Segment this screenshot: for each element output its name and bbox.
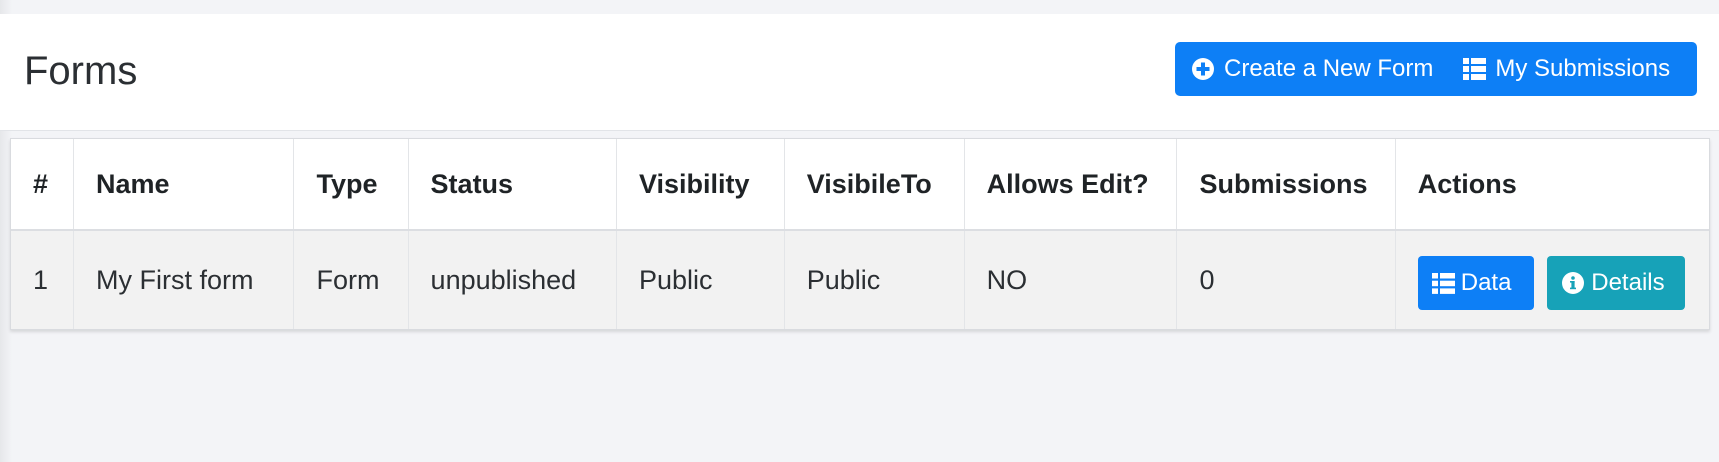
table-row: 1 My First form Form unpublished Public … xyxy=(11,230,1709,329)
list-icon xyxy=(1463,58,1487,80)
column-header-actions: Actions xyxy=(1417,168,1517,199)
cell-index: 1 xyxy=(11,230,75,329)
forms-table-card: # Name Type Status Visibility VisibileTo… xyxy=(10,138,1710,330)
column-header-visible-to: VisibileTo xyxy=(784,139,965,230)
cell-visibility: Public xyxy=(616,230,785,329)
column-header-allows-edit: Allows Edit? xyxy=(964,139,1178,230)
cell-status: unpublished xyxy=(408,230,617,329)
column-header-submissions: Submissions xyxy=(1176,139,1396,230)
details-button-label: Details xyxy=(1591,269,1665,296)
column-header-visibility: Visibility xyxy=(616,139,785,230)
column-header-type: Type xyxy=(293,139,409,230)
column-header-index: # xyxy=(11,139,75,230)
create-new-form-label: Create a New Form xyxy=(1224,55,1434,82)
forms-table: # Name Type Status Visibility VisibileTo… xyxy=(11,139,1709,329)
data-button-label: Data xyxy=(1460,269,1512,296)
cell-type: Form xyxy=(293,230,409,329)
cell-name: My First form xyxy=(73,230,295,329)
page-title: Forms xyxy=(24,49,138,93)
cell-actions: Data Details xyxy=(1395,230,1709,329)
create-new-form-button[interactable]: Create a New Form xyxy=(1191,55,1433,83)
my-submissions-button[interactable]: My Submissions xyxy=(1463,55,1670,83)
header-actions-group: Create a New Form My Submissions xyxy=(1175,42,1697,96)
list-icon xyxy=(1431,272,1455,294)
cell-allows-edit: NO xyxy=(964,230,1178,329)
plus-circle-icon xyxy=(1191,57,1215,81)
my-submissions-label: My Submissions xyxy=(1495,55,1671,82)
column-header-name: Name xyxy=(73,139,295,230)
details-button[interactable]: Details xyxy=(1547,256,1686,310)
data-button[interactable]: Data xyxy=(1417,256,1534,310)
cell-visible-to: Public xyxy=(784,230,965,329)
table-header-row: # Name Type Status Visibility VisibileTo… xyxy=(11,139,1709,230)
info-circle-icon xyxy=(1561,271,1585,295)
column-header-status: Status xyxy=(408,139,617,230)
cell-submissions: 0 xyxy=(1176,230,1396,329)
